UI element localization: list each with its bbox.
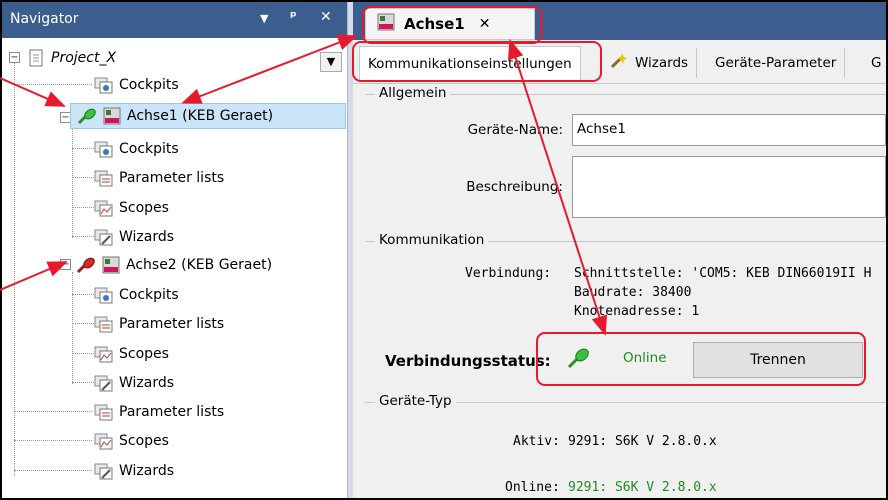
geraete-name-field[interactable]: Achse1: [572, 114, 886, 146]
tree-item-label: Project_X: [51, 50, 117, 66]
group-allgemein: Allgemein: [365, 85, 886, 101]
tree-item-parameter-lists[interactable]: Parameter lists: [94, 311, 224, 337]
parameter-list-icon: [94, 315, 114, 333]
tree-item-label: Wizards: [119, 375, 175, 391]
highlight-verbindungsstatus: [536, 332, 866, 386]
tree-item-label: Scopes: [119, 346, 169, 362]
tree-item-parameter-lists[interactable]: Parameter lists: [94, 165, 224, 191]
wizard-icon: [94, 374, 114, 392]
tree-item-achse1[interactable]: Achse1 (KEB Geraet): [70, 103, 346, 129]
tree-item-wizards[interactable]: Wizards: [94, 370, 174, 396]
navigator-panel: Navigator ▼ ᵖ ✕ − Project_X ▼ Cockpits −…: [2, 2, 347, 498]
tree-item-cockpits[interactable]: Cockpits: [94, 72, 179, 98]
group-title: Geräte-Typ: [375, 393, 456, 409]
tree-item-wizards[interactable]: Wizards: [94, 458, 174, 484]
tree-item-label: Scopes: [119, 433, 169, 449]
keb-device-icon: [102, 107, 122, 125]
tab-geraete-parameter[interactable]: Geräte-Parameter: [707, 48, 846, 78]
tree-item-label: Parameter lists: [119, 316, 225, 332]
group-title: Kommunikation: [375, 232, 489, 248]
cockpit-icon: [94, 286, 114, 304]
wizard-wand-icon: [609, 52, 627, 74]
navigator-title: Navigator: [10, 11, 79, 27]
keb-device-icon: [101, 256, 121, 274]
wizard-icon: [94, 462, 114, 480]
beschreibung-label: Beschreibung:: [466, 179, 563, 195]
group-title: Allgemein: [375, 85, 451, 101]
tab-overflow[interactable]: G: [863, 48, 888, 78]
verbindung-line-1: Schnittstelle: 'COM5: KEB DIN66019II H: [574, 266, 872, 281]
tree-item-scopes[interactable]: Scopes: [94, 195, 169, 221]
tree-item-label: Achse2 (KEB Geraet): [126, 257, 273, 273]
tree-item-cockpits[interactable]: Cockpits: [94, 282, 179, 308]
cockpit-icon: [94, 140, 114, 158]
tree-item-label: Scopes: [119, 200, 169, 216]
tree-item-cockpits[interactable]: Cockpits: [94, 136, 179, 162]
geraete-name-label: Geräte-Name:: [467, 122, 563, 138]
collapse-achse2-toggle[interactable]: −: [60, 259, 71, 270]
parameter-list-icon: [94, 403, 114, 421]
tree-item-wizards[interactable]: Wizards: [94, 224, 174, 250]
wizard-icon: [94, 228, 114, 246]
collapse-project-toggle[interactable]: −: [9, 52, 20, 63]
parameter-list-icon: [94, 169, 114, 187]
tree-item-label: Wizards: [119, 229, 175, 245]
online-label: Online:: [505, 480, 560, 495]
verbindung-label: Verbindung:: [465, 266, 552, 281]
menu-dropdown-icon[interactable]: ▼: [260, 12, 268, 25]
pin-icon[interactable]: ᵖ: [290, 9, 297, 25]
disconnected-plug-icon: [76, 256, 96, 274]
aktiv-value: 9291: S6K V 2.8.0.x: [568, 434, 717, 449]
project-file-icon: [26, 49, 46, 67]
tab-wizards[interactable]: Wizards: [601, 48, 698, 78]
group-geraete-typ: Geräte-Typ: [365, 393, 886, 409]
scope-icon: [94, 199, 114, 217]
highlight-document-tab: [362, 6, 542, 44]
aktiv-label: Aktiv:: [513, 434, 560, 449]
tree-item-label: Parameter lists: [119, 170, 225, 186]
group-kommunikation: Kommunikation: [365, 232, 886, 248]
settings-content: Allgemein Geräte-Name: Achse1 Beschreibu…: [353, 84, 886, 498]
cockpit-icon: [94, 76, 114, 94]
scope-icon: [94, 345, 114, 363]
navigator-header: Navigator ▼ ᵖ ✕: [2, 2, 347, 38]
tree-item-label: Achse1 (KEB Geraet): [127, 108, 274, 124]
connected-plug-icon: [77, 107, 97, 125]
tree-item-label: Parameter lists: [119, 404, 225, 420]
verbindung-line-2: Baudrate: 38400: [574, 285, 692, 300]
tab-label: Wizards: [635, 55, 689, 71]
tree-item-label: Cockpits: [119, 287, 179, 303]
scope-icon: [94, 432, 114, 450]
verbindungsstatus-label: Verbindungsstatus:: [385, 352, 551, 370]
tree-item-achse2[interactable]: Achse2 (KEB Geraet): [76, 252, 272, 278]
tree-item-label: Wizards: [119, 463, 175, 479]
highlight-kommunikation-tab: [352, 41, 602, 82]
online-value: 9291: S6K V 2.8.0.x: [568, 480, 717, 495]
beschreibung-field[interactable]: [572, 156, 886, 218]
navigator-dropdown-button[interactable]: ▼: [320, 52, 342, 72]
close-icon[interactable]: ✕: [320, 9, 332, 25]
navigator-tree: − Project_X ▼ Cockpits − Achse1 (KEB Ger…: [2, 40, 347, 498]
tree-item-project[interactable]: Project_X: [26, 45, 116, 71]
tree-item-label: Cockpits: [119, 141, 179, 157]
tree-item-scopes[interactable]: Scopes: [94, 341, 169, 367]
tree-item-label: Cockpits: [119, 77, 179, 93]
verbindung-line-3: Knotenadresse: 1: [574, 304, 700, 319]
tree-item-scopes[interactable]: Scopes: [94, 428, 169, 454]
tree-item-parameter-lists[interactable]: Parameter lists: [94, 399, 224, 425]
